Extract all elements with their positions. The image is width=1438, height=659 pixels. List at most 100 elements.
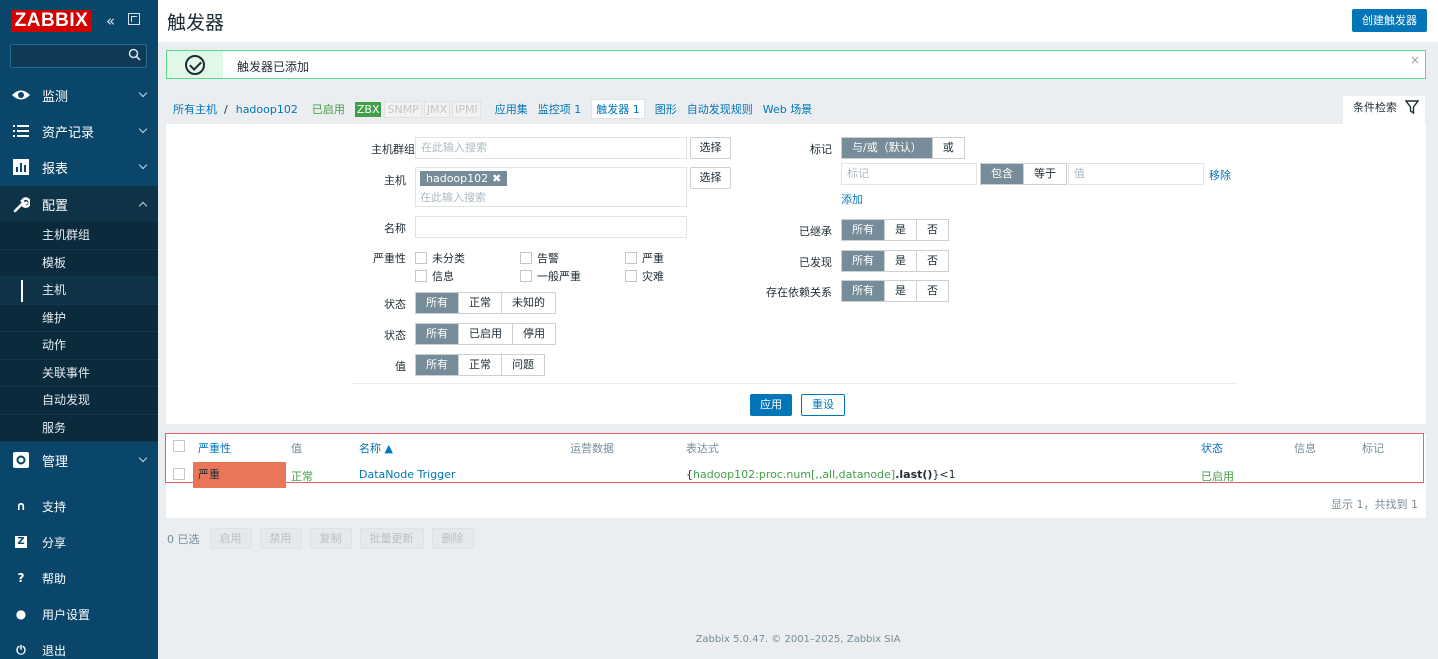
value-problem[interactable]: 问题 [502, 355, 544, 375]
share-link[interactable]: Z 分享 [0, 524, 158, 560]
chevron-down-icon [138, 88, 148, 98]
tag-value-input[interactable]: 值 [1068, 163, 1204, 185]
tab-graphs[interactable]: 图形 [655, 101, 677, 117]
inherited-no[interactable]: 否 [917, 220, 948, 240]
main-content: 触发器 创建触发器 触发器已添加 × 所有主机 / hadoop102 已启用 … [158, 0, 1438, 659]
inherited-yes[interactable]: 是 [885, 220, 917, 240]
severity-disaster[interactable]: 灾难 [625, 268, 664, 284]
severity-not-classified[interactable]: 未分类 [415, 250, 465, 266]
filter-icon[interactable] [1405, 100, 1419, 114]
submenu-maintenance[interactable]: 维护 [0, 305, 158, 332]
add-tag-link[interactable]: 添加 [841, 191, 863, 207]
enable-button[interactable]: 启用 [209, 528, 252, 549]
mass-update-button[interactable]: 批量更新 [359, 528, 424, 549]
tab-web-scenarios[interactable]: Web 场景 [763, 101, 812, 117]
tag-op-equals[interactable]: 等于 [1024, 164, 1066, 184]
submenu-host-groups[interactable]: 主机群组 [0, 222, 158, 250]
submenu-actions[interactable]: 动作 [0, 332, 158, 360]
host-group-select-button[interactable]: 选择 [690, 137, 731, 159]
disable-button[interactable]: 禁用 [259, 528, 302, 549]
reset-button[interactable]: 重设 [801, 394, 845, 416]
submenu-discovery[interactable]: 自动发现 [0, 387, 158, 415]
search-icon[interactable] [128, 48, 141, 61]
status-toggle: 所有 已启用 停用 [415, 323, 556, 345]
logout-link[interactable]: ⏻ 退出 [0, 632, 158, 659]
support-link[interactable]: ∩ 支持 [0, 488, 158, 524]
inherited-all[interactable]: 所有 [842, 220, 885, 240]
submenu-templates[interactable]: 模板 [0, 250, 158, 277]
tab-triggers[interactable]: 触发器 1 [591, 99, 645, 119]
name-input[interactable] [415, 216, 687, 238]
dependencies-no[interactable]: 否 [917, 281, 948, 301]
state-all[interactable]: 所有 [416, 293, 459, 313]
state-unknown[interactable]: 未知的 [502, 293, 555, 313]
row-checkbox[interactable] [173, 468, 185, 480]
tag-name-input[interactable]: 标记 [841, 163, 977, 185]
tag-op-contains[interactable]: 包含 [981, 164, 1024, 184]
help-icon: ? [17, 571, 25, 585]
trigger-name-link[interactable]: DataNode Trigger [359, 468, 455, 481]
col-status[interactable]: 状态 [1201, 440, 1223, 456]
discovered-all[interactable]: 所有 [842, 251, 885, 271]
breadcrumb-all-hosts[interactable]: 所有主机 [173, 101, 217, 117]
severity-information[interactable]: 信息 [415, 268, 454, 284]
remove-tag-link[interactable]: 移除 [1209, 167, 1231, 183]
create-trigger-button[interactable]: 创建触发器 [1352, 9, 1427, 32]
status-enabled[interactable]: 已启用 [459, 324, 513, 344]
host-input[interactable]: hadoop102 ✖ 在此输入搜索 [415, 167, 687, 207]
dependencies-all[interactable]: 所有 [842, 281, 885, 301]
submenu-hosts[interactable]: 主机 [0, 277, 158, 305]
remove-tag-icon[interactable]: ✖ [492, 172, 501, 185]
host-navigation: 所有主机 / hadoop102 已启用 ZBX SNMP JMX IPMI 应… [173, 99, 822, 119]
dependencies-yes[interactable]: 是 [885, 281, 917, 301]
global-search-input[interactable] [10, 44, 147, 68]
close-icon[interactable]: × [1410, 53, 1420, 67]
collapse-sidebar-icon[interactable]: « [106, 12, 115, 30]
select-all-checkbox[interactable] [173, 440, 185, 452]
menu-inventory[interactable]: 资产记录 [0, 113, 158, 149]
severity-warning[interactable]: 告警 [520, 250, 559, 266]
submenu-correlation[interactable]: 关联事件 [0, 360, 158, 387]
value-ok[interactable]: 正常 [459, 355, 502, 375]
menu-label: 配置 [42, 198, 69, 214]
help-link[interactable]: ? 帮助 [0, 560, 158, 596]
chevron-down-icon [138, 453, 148, 463]
host-select-button[interactable]: 选择 [690, 167, 731, 189]
breadcrumb-host[interactable]: hadoop102 [236, 103, 298, 116]
severity-high[interactable]: 严重 [625, 250, 664, 266]
copy-button[interactable]: 复制 [309, 528, 352, 549]
menu-administration[interactable]: 管理 [0, 442, 158, 478]
zabbix-logo[interactable]: ZABBIX [11, 10, 92, 32]
host-status[interactable]: 已启用 [312, 101, 345, 117]
delete-button[interactable]: 删除 [431, 528, 474, 549]
dependencies-toggle: 所有 是 否 [841, 280, 949, 302]
status-link[interactable]: 已启用 [1201, 468, 1234, 484]
triggers-table: 严重性 值 名称 ▲ 运营数据 表达式 状态 信息 标记 严重 正常 DataN… [165, 433, 1426, 518]
submenu-services[interactable]: 服务 [0, 415, 158, 442]
tags-eval-or[interactable]: 或 [932, 138, 964, 158]
menu-reports[interactable]: 报表 [0, 149, 158, 185]
col-severity[interactable]: 严重性 [198, 440, 231, 456]
expression-item-link[interactable]: hadoop102:proc.num[,,all,datanode] [693, 468, 895, 481]
discovered-yes[interactable]: 是 [885, 251, 917, 271]
user-settings-link[interactable]: ● 用户设置 [0, 596, 158, 632]
status-disabled[interactable]: 停用 [513, 324, 555, 344]
zbx-availability-badge: ZBX [354, 101, 382, 117]
tab-discovery-rules[interactable]: 自动发现规则 [687, 101, 753, 117]
severity-average[interactable]: 一般严重 [520, 268, 581, 284]
apply-button[interactable]: 应用 [750, 394, 792, 416]
state-normal[interactable]: 正常 [459, 293, 502, 313]
col-name[interactable]: 名称 ▲ [359, 440, 393, 456]
tags-eval-and-or[interactable]: 与/或（默认） [842, 138, 933, 158]
tab-applications[interactable]: 应用集 [495, 101, 528, 117]
value-all[interactable]: 所有 [416, 355, 459, 375]
menu-monitoring[interactable]: 监测 [0, 77, 158, 113]
host-group-input[interactable]: 在此输入搜索 [415, 137, 687, 159]
discovered-no[interactable]: 否 [917, 251, 948, 271]
tab-items[interactable]: 监控项 1 [538, 101, 582, 117]
menu-configuration[interactable]: 配置 [0, 186, 158, 222]
headset-icon: ∩ [16, 499, 26, 513]
status-all[interactable]: 所有 [416, 324, 459, 344]
kiosk-mode-icon[interactable] [128, 13, 140, 25]
tag-operator-toggle: 包含 等于 [980, 163, 1067, 185]
